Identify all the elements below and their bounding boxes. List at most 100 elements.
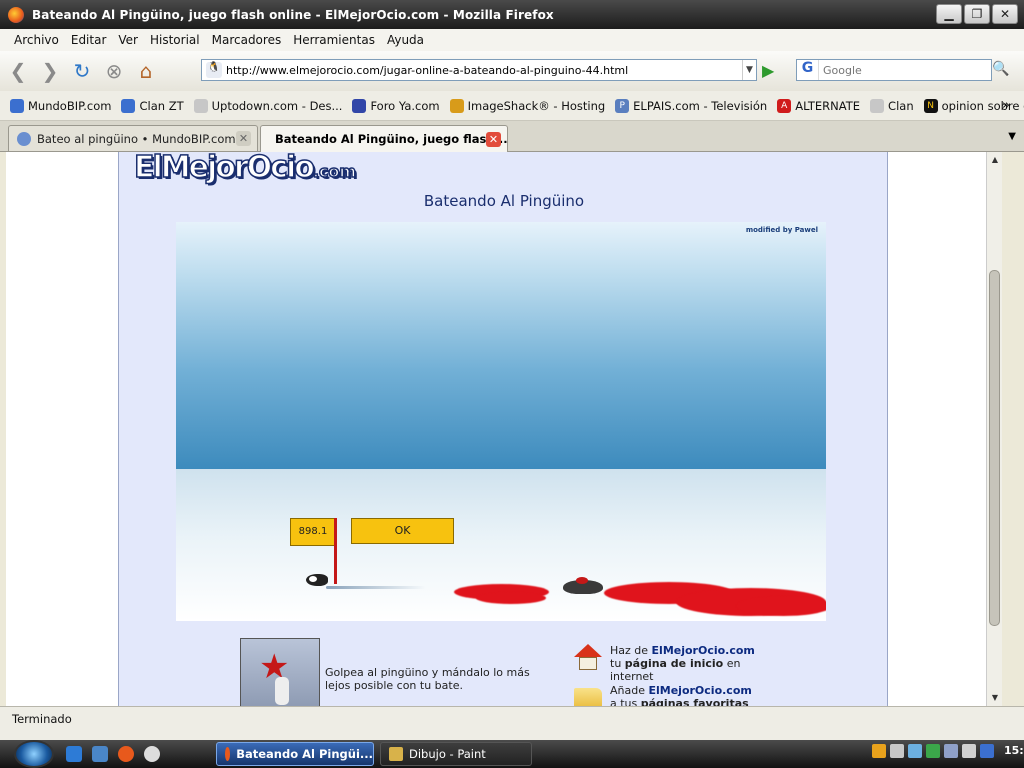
logo-suffix: .com	[312, 161, 357, 182]
stop-icon[interactable]: ⊗	[100, 57, 128, 85]
menu-ver[interactable]: Ver	[112, 33, 144, 47]
bookmark-mundobip[interactable]: MundoBIP.com	[10, 98, 111, 113]
bookmark-uptodown[interactable]: Uptodown.com - Des...	[193, 98, 342, 113]
close-button[interactable]: ✕	[992, 4, 1018, 24]
bookmarks-overflow-chevron-icon[interactable]: »	[1002, 98, 1010, 113]
tab-mundobip[interactable]: Bateo al pingüino • MundoBIP.com ✕	[8, 125, 258, 151]
internet-explorer-icon[interactable]	[66, 746, 82, 762]
favorites-text-pre: Añade	[610, 684, 649, 697]
quick-launch	[66, 746, 160, 762]
connection-icon[interactable]	[980, 744, 994, 758]
paint-brush-icon	[389, 747, 403, 761]
vertical-scrollbar[interactable]: ▲ ▼	[986, 152, 1002, 706]
network-icon[interactable]	[908, 744, 922, 758]
logo-text: ElMejorOcio	[133, 152, 315, 186]
taskbar-item-firefox[interactable]: Bateando Al Pingüi...	[216, 742, 374, 766]
tab-bateando[interactable]: Bateando Al Pingüino, juego flash... ✕	[260, 125, 508, 152]
bookmark-imageshack[interactable]: ImageShack® - Hosting	[449, 98, 605, 113]
penguin-sprite	[306, 574, 328, 586]
site-logo[interactable]: ElMejorOcio.com	[133, 152, 357, 186]
menu-editar[interactable]: Editar	[65, 33, 113, 47]
firefox-icon	[225, 747, 231, 761]
start-button[interactable]	[14, 740, 54, 768]
bookmark-alternate[interactable]: A ALTERNATE	[777, 98, 860, 113]
scrollbar-thumb[interactable]	[989, 270, 1000, 626]
scroll-up-arrow-icon[interactable]: ▲	[987, 152, 1002, 168]
shield-icon[interactable]	[890, 744, 904, 758]
page-viewport: ElMejorOcio.com Bateando Al Pingüino mod…	[6, 152, 1002, 706]
site-favicon-icon: 🐧	[206, 62, 222, 78]
minimize-button[interactable]: ▁	[936, 4, 962, 24]
close-tab-icon[interactable]: ✕	[486, 131, 501, 147]
house-icon	[574, 644, 602, 672]
set-homepage-link[interactable]: Haz de ElMejorOcio.com tu página de inic…	[574, 644, 760, 683]
bookmarks-toolbar: MundoBIP.com Clan ZT Uptodown.com - Des.…	[0, 91, 1024, 121]
imageshack-icon	[449, 98, 464, 113]
media-play-icon[interactable]	[872, 744, 886, 758]
menu-herramientas[interactable]: Herramientas	[287, 33, 381, 47]
search-magnifier-icon[interactable]: 🔍	[992, 61, 1009, 77]
forward-arrow-icon[interactable]: ❯	[36, 57, 64, 85]
add-favorites-link[interactable]: Añade ElMejorOcio.com a tus páginas favo…	[574, 684, 760, 706]
ok-button[interactable]: OK	[351, 518, 454, 544]
scroll-down-arrow-icon[interactable]: ▼	[987, 690, 1002, 706]
restore-button[interactable]: ❐	[964, 4, 990, 24]
favorites-bold: páginas favoritas	[640, 697, 749, 706]
search-bar[interactable]: G	[796, 59, 992, 81]
close-tab-icon[interactable]: ✕	[236, 131, 251, 146]
search-input[interactable]	[823, 63, 991, 77]
add-favorites-text: Añade ElMejorOcio.com a tus páginas favo…	[610, 684, 760, 706]
reload-icon[interactable]: ↻	[68, 57, 96, 85]
menu-ayuda[interactable]: Ayuda	[381, 33, 430, 47]
display-icon[interactable]	[944, 744, 958, 758]
menu-marcadores[interactable]: Marcadores	[206, 33, 288, 47]
title-bar[interactable]: Bateando Al Pingüino, juego flash online…	[0, 0, 1024, 29]
distance-score: 898.1	[290, 518, 336, 546]
bookmark-foro-ya[interactable]: Foro Ya.com	[352, 98, 440, 113]
google-engine-icon[interactable]: G	[797, 60, 819, 80]
url-history-dropdown-icon[interactable]: ▼	[742, 60, 756, 80]
n-icon: N	[923, 98, 938, 113]
tab-bar: Bateo al pingüino • MundoBIP.com ✕ Batea…	[0, 121, 1024, 152]
status-text: Terminado	[12, 712, 72, 726]
volume-icon[interactable]	[962, 744, 976, 758]
taskbar-item-paint[interactable]: Dibujo - Paint	[380, 742, 532, 766]
window-title: Bateando Al Pingüino, juego flash online…	[32, 7, 554, 22]
globe-icon	[17, 131, 31, 146]
media-player-icon[interactable]	[144, 746, 160, 762]
elpais-icon: P	[615, 98, 630, 113]
blood-splatter	[736, 596, 826, 616]
clock[interactable]: 15:56	[1004, 744, 1024, 758]
page-icon	[870, 98, 885, 113]
distance-marker-pole	[334, 518, 337, 584]
forum-icon	[352, 98, 367, 113]
game-description: Golpea al pingüino y mándalo lo más lejo…	[325, 666, 530, 692]
favorites-text-mid: a tus	[610, 697, 641, 706]
flash-game-area[interactable]: modified by Pawel 898.1 OK	[176, 222, 826, 621]
bookmark-clan-zt[interactable]: Clan ZT	[121, 98, 184, 113]
go-arrow-icon[interactable]: ▶	[762, 61, 774, 80]
explorer-icon[interactable]	[92, 746, 108, 762]
url-bar[interactable]: 🐧 ▼	[201, 59, 757, 81]
antivirus-icon[interactable]	[926, 744, 940, 758]
bookmark-clan[interactable]: Clan	[870, 98, 914, 113]
homepage-text-pre: Haz de	[610, 644, 652, 657]
url-input[interactable]	[226, 63, 742, 77]
menu-archivo[interactable]: Archivo	[8, 33, 65, 47]
menu-historial[interactable]: Historial	[144, 33, 206, 47]
modified-by-credit: modified by Pawel	[745, 226, 818, 234]
game-thumbnail[interactable]: ★	[240, 638, 320, 706]
back-arrow-icon[interactable]: ❮	[4, 57, 32, 85]
tab-list-chevron-down-icon[interactable]: ▼	[1008, 131, 1016, 142]
homepage-brand: ElMejorOcio.com	[651, 644, 755, 657]
home-icon[interactable]: ⌂	[132, 57, 160, 85]
navigation-toolbar: ❮ ❯ ↻ ⊗ ⌂ 🐧 ▼ ▶ G 🔍	[0, 51, 1024, 91]
windows-taskbar: Bateando Al Pingüi... Dibujo - Paint 15:…	[0, 740, 1024, 768]
firefox-window: Bateando Al Pingüino, juego flash online…	[0, 0, 1024, 740]
page-icon	[193, 98, 208, 113]
system-tray: 15:56	[872, 744, 1024, 758]
bookmark-elpais[interactable]: P ELPAIS.com - Televisión	[615, 98, 767, 113]
game-sky	[176, 222, 826, 469]
firefox-icon[interactable]	[118, 746, 134, 762]
homepage-text-mid: tu	[610, 657, 625, 670]
